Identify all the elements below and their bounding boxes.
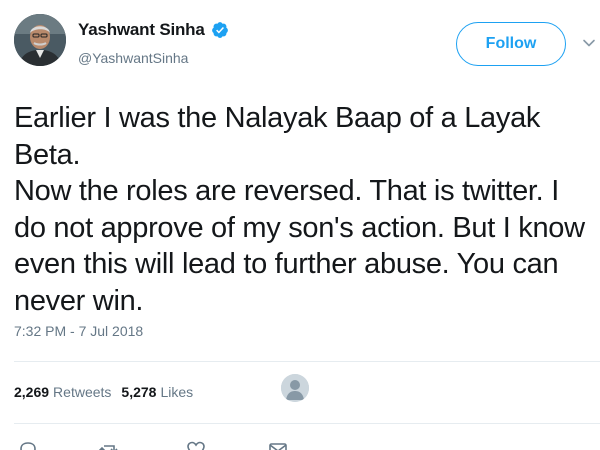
liker-avatar[interactable] [281,374,309,402]
direct-message-icon[interactable] [268,440,288,450]
reply-icon[interactable] [18,440,38,450]
author-avatar[interactable] [14,14,66,66]
author-name-row[interactable]: Yashwant Sinha [78,18,229,42]
retweet-icon[interactable] [98,440,118,450]
chevron-down-icon[interactable] [582,36,596,50]
likes-label[interactable]: Likes [160,384,193,400]
follow-button[interactable]: Follow [456,22,566,66]
verified-badge-icon [211,21,229,39]
heart-icon[interactable] [186,440,206,450]
tweet-actions [14,440,600,450]
tweet-card: Yashwant Sinha @YashwantSinha Follow Ear… [0,0,600,450]
author-handle[interactable]: @YashwantSinha [78,50,188,66]
retweets-label[interactable]: Retweets [53,384,111,400]
retweets-count[interactable]: 2,269 [14,384,49,400]
tweet-text: Earlier I was the Nalayak Baap of a Laya… [14,102,585,317]
tweet-timestamp[interactable]: 7:32 PM - 7 Jul 2018 [14,323,143,339]
tweet-stats: 2,269 Retweets 5,278 Likes [14,379,193,405]
likes-count[interactable]: 5,278 [121,384,156,400]
author-name[interactable]: Yashwant Sinha [78,20,205,40]
avatar-portrait-icon [14,14,66,66]
default-user-icon [281,374,309,402]
divider-bottom [14,423,600,424]
divider-top [14,361,600,362]
